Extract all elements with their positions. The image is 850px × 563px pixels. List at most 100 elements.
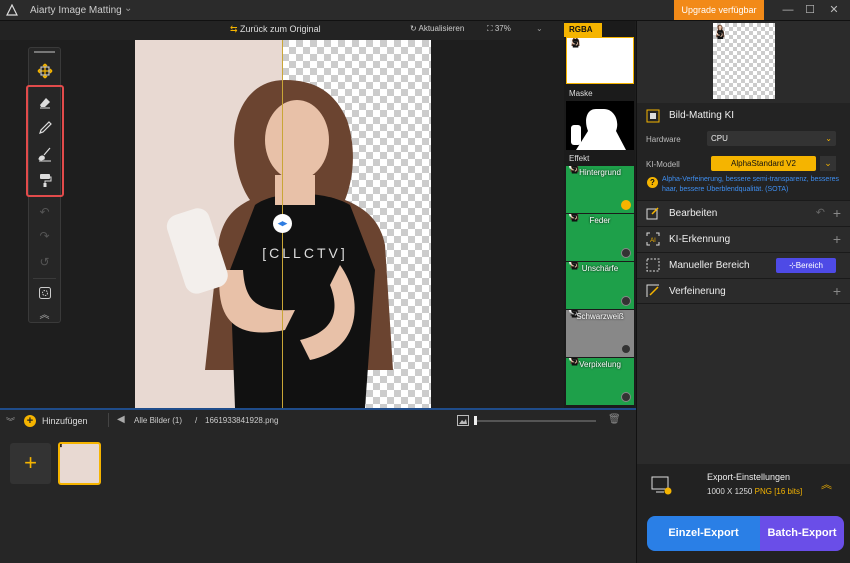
section-verfeinerung[interactable]: Verfeinerung +: [637, 278, 850, 304]
upgrade-button[interactable]: Upgrade verfügbar: [674, 0, 764, 20]
effect-blur[interactable]: Unschärfe: [566, 262, 634, 309]
section-manueller-bereich[interactable]: Manueller Bereich ⊹Bereich: [637, 252, 850, 278]
ai-detect-icon: AI: [646, 232, 660, 246]
radio-icon: [621, 296, 631, 306]
effect-background[interactable]: Hintergrund: [566, 166, 634, 213]
redo-icon[interactable]: ↷: [29, 224, 60, 248]
add-icon[interactable]: +: [24, 415, 36, 427]
minimize-button[interactable]: —: [778, 2, 798, 18]
collapse-down-icon[interactable]: ︾: [6, 415, 15, 428]
add-image-button[interactable]: +: [10, 443, 51, 484]
swap-icon: ⇆: [230, 24, 241, 34]
svg-text:AI: AI: [650, 238, 656, 244]
edit-icon: [646, 207, 659, 220]
effect-name: Schwarzweiß: [576, 312, 624, 321]
effect-feather[interactable]: Feder: [566, 214, 634, 261]
effect-label: Effekt: [569, 154, 590, 163]
canvas-toolbar: ⇆ Zurück zum Original ↻ Aktualisieren ⛶ …: [0, 21, 564, 40]
select-area-icon[interactable]: [29, 281, 60, 305]
help-icon[interactable]: ?: [647, 177, 658, 188]
all-images-link[interactable]: Alle Bilder (1): [134, 416, 182, 425]
image-size-icon: [457, 415, 469, 426]
refine-icon: [646, 284, 659, 297]
thumbnail-size-slider[interactable]: [476, 420, 596, 422]
undo-icon[interactable]: ↶: [816, 206, 825, 219]
chevron-down-icon[interactable]: ⌄: [124, 3, 132, 14]
reset-icon[interactable]: ↺: [29, 250, 60, 274]
back-arrow-icon[interactable]: ◀: [117, 414, 125, 425]
matting-section: Bild-Matting KI Hardware CPU ⌄ KI-Modell…: [637, 103, 850, 203]
section-label: Verfeinerung: [669, 286, 726, 297]
radio-icon: [621, 392, 631, 402]
close-button[interactable]: ✕: [824, 2, 844, 18]
collapse-up-icon[interactable]: ︽: [29, 304, 60, 322]
app-title: Aiarty Image Matting: [30, 5, 122, 16]
effect-strip: RGBA Maske Effekt Hintergrund Feder Unsc…: [564, 21, 635, 408]
batch-export-button[interactable]: Batch-Export: [760, 516, 844, 551]
divider: [108, 413, 109, 427]
bereich-button[interactable]: ⊹Bereich: [776, 258, 836, 273]
export-info: 1000 X 1250 PNG [16 bits]: [707, 487, 803, 496]
zoom-control[interactable]: ⛶ 37%: [487, 24, 511, 34]
section-label: KI-Erkennung: [669, 234, 731, 245]
chevron-down-icon[interactable]: ⌄: [536, 24, 543, 33]
plus-icon[interactable]: +: [833, 283, 841, 299]
section-label: Bearbeiten: [669, 208, 718, 219]
trash-icon[interactable]: 🗑: [608, 414, 621, 425]
image-thumbnail[interactable]: [58, 442, 101, 485]
model-label: KI-Modell: [646, 160, 680, 169]
effect-name: Verpixelung: [579, 360, 621, 369]
chevron-down-icon[interactable]: ⌄: [820, 156, 836, 171]
model-description: Alpha-Verfeinerung, bessere semi-transpa…: [662, 176, 840, 193]
check-icon: [621, 200, 631, 210]
bottom-panel: ︾ + Hinzufügen ◀ Alle Bilder (1) / 16619…: [0, 408, 636, 563]
effect-pixelate[interactable]: Verpixelung: [566, 358, 634, 405]
area-select-icon: [646, 258, 660, 272]
rgba-thumbnail[interactable]: [566, 37, 634, 84]
rgba-label[interactable]: RGBA: [564, 23, 602, 37]
bottom-toolbar: ︾ + Hinzufügen ◀ Alle Bilder (1) / 16619…: [0, 410, 636, 432]
section-bearbeiten[interactable]: Bearbeiten ↶ +: [637, 200, 850, 226]
effect-name: Feder: [589, 216, 611, 225]
compare-handle-icon[interactable]: ◂▸: [273, 214, 292, 233]
tool-highlight-box: [26, 85, 64, 197]
section-ki-erkennung[interactable]: AI KI-Erkennung +: [637, 226, 850, 252]
divider: [33, 278, 56, 279]
move-tool-icon[interactable]: [29, 59, 60, 83]
radio-icon: [621, 344, 631, 354]
undo-icon[interactable]: ↶: [29, 200, 60, 224]
collapse-up-icon[interactable]: ︽: [821, 476, 832, 492]
section-label: Manueller Bereich: [669, 260, 750, 271]
app-logo-icon: [6, 4, 18, 16]
radio-icon: [621, 248, 631, 258]
crosshair-icon: ⊹: [789, 261, 796, 270]
plus-icon[interactable]: +: [833, 231, 841, 247]
export-settings-icon[interactable]: [651, 476, 673, 496]
effect-name: Hintergrund: [579, 168, 621, 177]
effect-name: Unschärfe: [581, 264, 619, 273]
back-to-original-button[interactable]: ⇆ Zurück zum Original: [230, 24, 321, 35]
ai-matting-icon: [646, 109, 660, 123]
add-label[interactable]: Hinzufügen: [42, 416, 88, 426]
hardware-label: Hardware: [646, 135, 681, 144]
effect-blackwhite[interactable]: Schwarzweiß: [566, 310, 634, 357]
single-export-button[interactable]: Einzel-Export: [647, 516, 760, 551]
export-title: Export-Einstellungen: [707, 472, 791, 482]
hardware-select[interactable]: CPU ⌄: [707, 131, 836, 146]
filename: 1661933841928.png: [205, 416, 279, 425]
model-select[interactable]: AlphaStandard V2: [711, 156, 816, 171]
plus-icon[interactable]: +: [833, 205, 841, 221]
chevron-down-icon: ⌄: [825, 134, 832, 143]
title-bar: Aiarty Image Matting ⌄ Upgrade verfügbar…: [0, 0, 850, 21]
mask-label: Maske: [569, 89, 593, 98]
slider-handle[interactable]: [474, 416, 477, 425]
mask-thumbnail[interactable]: [566, 101, 634, 150]
maximize-button[interactable]: ☐: [800, 2, 820, 18]
zoom-fit-icon: ⛶: [487, 24, 495, 33]
matting-title: Bild-Matting KI: [669, 110, 735, 121]
breadcrumb-separator: /: [195, 416, 198, 425]
image-canvas[interactable]: ◂▸: [135, 40, 431, 408]
drag-handle[interactable]: [34, 51, 55, 53]
preview-thumbnail: [713, 23, 775, 99]
refresh-button[interactable]: ↻ Aktualisieren: [410, 24, 464, 33]
